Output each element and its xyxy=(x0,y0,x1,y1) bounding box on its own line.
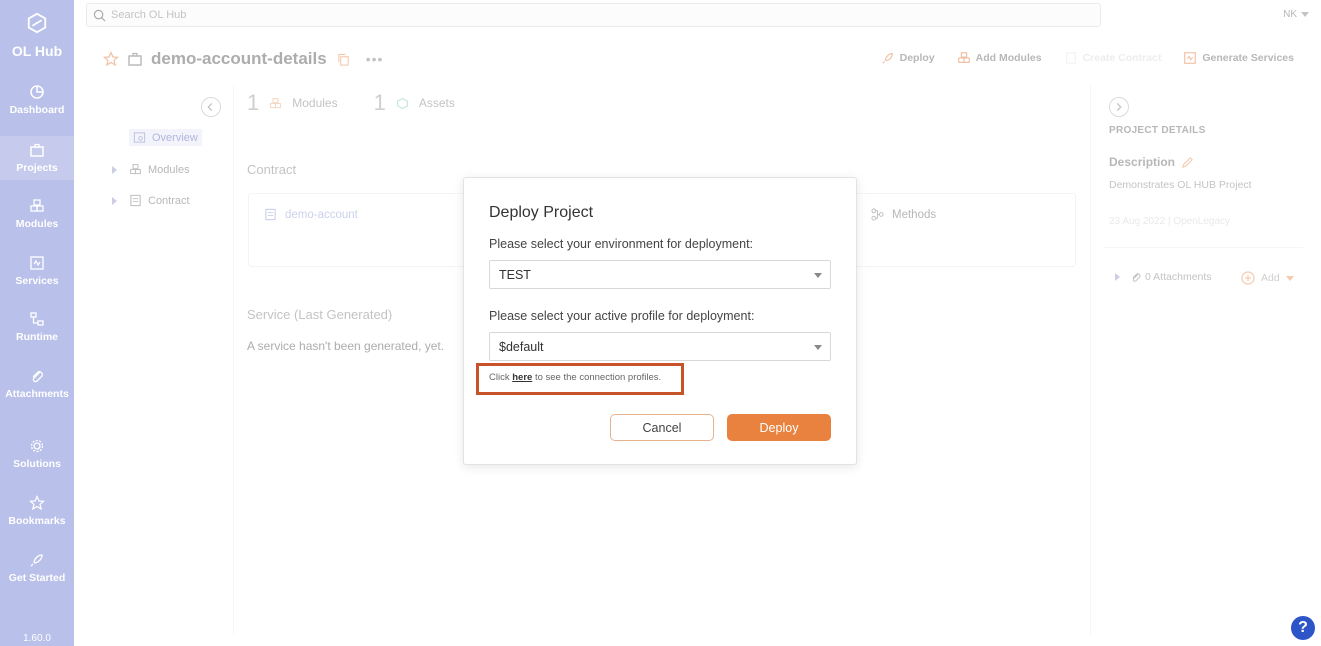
profile-label: Please select your active profile for de… xyxy=(489,309,755,323)
sidebar-item-label: Modules xyxy=(15,218,59,230)
sidebar-item-label: Dashboard xyxy=(9,104,65,116)
app-version: 1.60.0 xyxy=(23,633,51,644)
app-name: OL Hub xyxy=(11,43,63,59)
sidebar-item-bookmarks[interactable]: Bookmarks xyxy=(0,495,74,527)
paperclip-icon xyxy=(32,371,43,383)
sidebar-item-label: Runtime xyxy=(16,331,58,343)
hint-suffix: to see the connection profiles. xyxy=(532,372,662,383)
app-logo[interactable]: OL Hub xyxy=(0,12,74,59)
environment-select[interactable]: TEST xyxy=(489,260,831,289)
sidebar-item-runtime[interactable]: Runtime xyxy=(0,311,74,343)
sidebar: OL Hub Dashboard Projects Modules Servic… xyxy=(0,0,74,646)
sidebar-item-label: Services xyxy=(15,275,59,287)
profile-select[interactable]: $default xyxy=(489,332,831,361)
hub-logo-icon xyxy=(27,12,47,34)
dialog-title: Deploy Project xyxy=(489,204,594,221)
sidebar-item-label: Attachments xyxy=(5,388,69,400)
code-window-icon xyxy=(30,256,44,270)
sidebar-item-solutions[interactable]: Solutions xyxy=(0,438,74,470)
environment-label: Please select your environment for deplo… xyxy=(489,237,754,251)
cancel-button[interactable]: Cancel xyxy=(610,414,714,441)
cubes-icon xyxy=(30,199,44,212)
sidebar-item-attachments[interactable]: Attachments xyxy=(0,368,74,400)
sidebar-item-get-started[interactable]: Get Started xyxy=(0,552,74,584)
rocket-icon xyxy=(30,554,43,567)
star-icon xyxy=(29,495,45,511)
deploy-project-dialog: Deploy Project Please select your enviro… xyxy=(463,177,857,465)
sidebar-item-label: Solutions xyxy=(13,458,61,470)
sidebar-item-label: Bookmarks xyxy=(8,515,66,527)
sidebar-item-label: Get Started xyxy=(8,572,66,584)
hint-prefix: Click xyxy=(489,372,513,383)
profile-value: $default xyxy=(499,340,544,354)
chevron-down-icon xyxy=(814,345,822,350)
sidebar-item-services[interactable]: Services xyxy=(0,255,74,287)
pie-chart-icon xyxy=(30,85,44,99)
sidebar-item-dashboard[interactable]: Dashboard xyxy=(0,84,74,116)
environment-value: TEST xyxy=(499,268,531,282)
chevron-down-icon xyxy=(814,273,822,278)
sidebar-item-modules[interactable]: Modules xyxy=(0,198,74,230)
sidebar-item-projects[interactable]: Projects xyxy=(0,136,74,180)
connection-profiles-link[interactable]: here xyxy=(512,372,532,383)
help-button[interactable]: ? xyxy=(1291,616,1315,640)
sidebar-item-label: Projects xyxy=(16,162,58,174)
gear-icon xyxy=(30,439,44,453)
flow-icon xyxy=(30,312,44,326)
briefcase-icon xyxy=(30,143,44,157)
deploy-button[interactable]: Deploy xyxy=(727,414,831,441)
connection-profiles-hint: Click here to see the connection profile… xyxy=(489,372,661,383)
